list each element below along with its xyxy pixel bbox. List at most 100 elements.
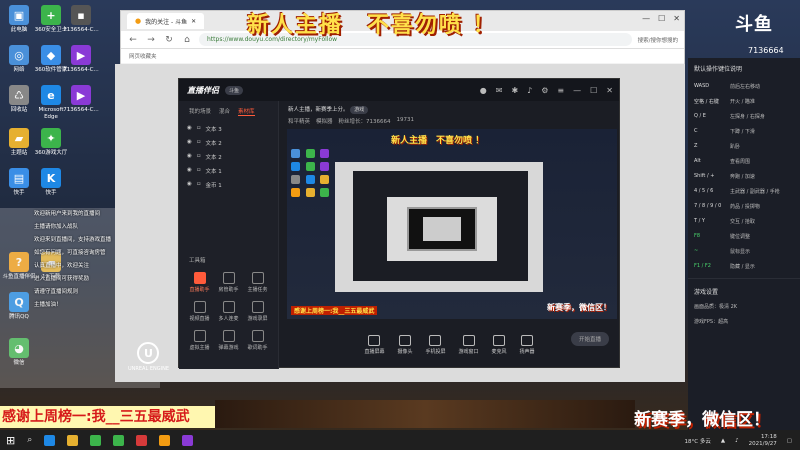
- folder-taskbar-icon[interactable]: [67, 434, 79, 446]
- mode-label[interactable]: 模拟器: [316, 117, 333, 125]
- minimize-icon[interactable]: —: [573, 86, 581, 95]
- tool-item[interactable]: 直播助手: [185, 272, 214, 293]
- help-desc: 开火 / 瞄准: [730, 99, 755, 105]
- help-key: 7 / 8 / 9 / 0: [694, 203, 722, 209]
- desktop-icon[interactable]: ▪ 7136564-C...: [62, 5, 100, 34]
- tool-item[interactable]: 歌词助手: [243, 330, 272, 351]
- bookmarks-label[interactable]: 网页收藏夹: [129, 52, 157, 60]
- tool-item[interactable]: 虚拟主播: [185, 330, 214, 351]
- volume-icon[interactable]: ♪: [735, 438, 739, 444]
- app-taskbar-icon[interactable]: [113, 434, 125, 446]
- tool-item[interactable]: 房管助手: [214, 272, 243, 293]
- settings-title: 游戏设置: [688, 278, 800, 299]
- tool-item[interactable]: 游戏录屏: [243, 301, 272, 322]
- scene-item[interactable]: ◉ ▫ 文本 2: [179, 150, 278, 164]
- minimize-icon[interactable]: —: [642, 14, 650, 23]
- system-tray: 18°C 多云 ▲ ♪ 17:18 2021/9/27 ▢: [685, 434, 793, 448]
- nested-icon: [305, 162, 315, 171]
- help-desc: 键位调整: [730, 234, 751, 240]
- menu-icon[interactable]: ≡: [557, 86, 564, 95]
- douyu-taskbar-icon[interactable]: [159, 434, 171, 446]
- weather-text[interactable]: 18°C 多云: [685, 437, 711, 445]
- microphone-button[interactable]: 麦克风: [492, 335, 507, 355]
- search-icon[interactable]: ⌕: [27, 435, 32, 445]
- version-badge[interactable]: 斗鱼: [225, 85, 244, 95]
- search-hint[interactable]: 搜索/搜你想搜的: [638, 36, 678, 44]
- eye-icon[interactable]: ◉: [187, 181, 192, 189]
- windows-start-icon[interactable]: ⊞: [6, 434, 15, 447]
- scene-item[interactable]: ◉ ▫ 文本 2: [179, 136, 278, 150]
- lock-icon[interactable]: ▫: [197, 139, 201, 147]
- desktop-icon[interactable]: K 快手: [32, 168, 70, 197]
- forward-icon[interactable]: →: [145, 34, 157, 46]
- source-screen-button[interactable]: 直播屏幕: [364, 335, 384, 355]
- desktop-icon-label: 快手: [13, 190, 25, 196]
- desktop-icon[interactable]: ✦ 360游戏大厅: [32, 128, 70, 157]
- eye-icon[interactable]: ◉: [187, 167, 192, 175]
- desktop-icon-label: 7136564-C...: [63, 67, 99, 73]
- refresh-icon[interactable]: ↻: [163, 34, 175, 46]
- app-taskbar-icon[interactable]: [90, 434, 102, 446]
- lock-icon[interactable]: ▫: [197, 153, 201, 161]
- mail-icon[interactable]: ✉: [496, 86, 503, 95]
- trash-icon: ♺: [9, 85, 29, 105]
- desktop-icon[interactable]: ▶ 7136564-C...: [62, 45, 100, 74]
- game-name[interactable]: 和平精英: [288, 117, 310, 125]
- desktop-icon-label: 此电脑: [10, 27, 28, 33]
- category-tag[interactable]: 游戏: [350, 106, 369, 114]
- eye-icon[interactable]: ◉: [187, 153, 192, 161]
- maximize-icon[interactable]: ☐: [590, 86, 597, 95]
- source-window-button[interactable]: 游戏窗口: [459, 335, 479, 355]
- tab-mix[interactable]: 混合: [219, 107, 230, 116]
- lock-icon[interactable]: ▫: [197, 181, 201, 189]
- preview-top-banner: 新人主播 不喜勿喷 ！: [391, 136, 485, 146]
- home-icon[interactable]: ⌂: [181, 34, 193, 46]
- avatar[interactable]: ●: [480, 86, 487, 95]
- close-icon[interactable]: ✕: [673, 14, 680, 23]
- eye-icon[interactable]: ◉: [187, 125, 192, 133]
- app-header: 直播伴侣 斗鱼 ● ✉ ✱ ♪ ⚙ ≡ — ☐ ✕: [179, 79, 619, 101]
- settings-icon[interactable]: ⚙: [541, 86, 548, 95]
- lock-icon[interactable]: ▫: [197, 167, 201, 175]
- top-overlay-banner: 新人主播 不喜勿喷 ！: [247, 13, 497, 38]
- desktop-icon[interactable]: ▶ 7136564-C...: [62, 85, 100, 114]
- tool-item[interactable]: 弹幕游戏: [214, 330, 243, 351]
- help-desc: 鼠标显示: [730, 249, 751, 255]
- shield-icon: +: [41, 5, 61, 25]
- bell-icon[interactable]: ♪: [527, 86, 532, 95]
- source-camera-button[interactable]: 摄像头: [397, 335, 412, 355]
- scene-item[interactable]: ◉ ▫ 金币 1: [179, 178, 278, 192]
- close-icon[interactable]: ✕: [606, 86, 613, 95]
- edge-taskbar-icon[interactable]: [44, 434, 56, 446]
- camera-icon: [398, 335, 411, 346]
- back-icon[interactable]: ←: [127, 34, 139, 46]
- app-taskbar-icon[interactable]: [182, 434, 194, 446]
- browser-tab[interactable]: ● 我的关注 - 斗鱼 ✕: [127, 13, 205, 29]
- source-phone-button[interactable]: 手机投屏: [425, 335, 446, 355]
- tool-item[interactable]: 多人连麦: [214, 301, 243, 322]
- help-key: F1 / F2: [694, 263, 711, 269]
- start-live-button[interactable]: 开始直播: [571, 332, 609, 346]
- nested-preview-3: [423, 217, 461, 241]
- tool-item[interactable]: 视频直播: [185, 301, 214, 322]
- scene-item[interactable]: ◉ ▫ 文本 1: [179, 164, 278, 178]
- stream-title[interactable]: 新人主播，新赛季上分。: [288, 107, 349, 113]
- maximize-icon[interactable]: ☐: [658, 14, 665, 23]
- browser-tab-title: 我的关注 - 斗鱼: [145, 18, 188, 26]
- network-icon[interactable]: ▲: [721, 438, 725, 444]
- lock-icon[interactable]: ▫: [197, 125, 201, 133]
- clock[interactable]: 17:18 2021/9/27: [749, 434, 777, 448]
- tab-materials[interactable]: 素材库: [238, 107, 255, 116]
- stream-preview[interactable]: 新人主播 不喜勿喷 ！ 感谢上周榜一:我__三五最威武 新赛季，微信区！: [287, 129, 617, 319]
- gift-icon[interactable]: ✱: [511, 86, 518, 95]
- eye-icon[interactable]: ◉: [187, 139, 192, 147]
- close-icon[interactable]: ✕: [191, 18, 196, 25]
- scene-item[interactable]: ◉ ▫ 文本 3: [179, 122, 278, 136]
- tab-scenes[interactable]: 我的场景: [189, 107, 211, 116]
- help-desc: 交互 / 拾取: [730, 219, 755, 225]
- tool-label: 多人连麦: [218, 316, 239, 322]
- speaker-button[interactable]: 扬声器: [520, 335, 535, 355]
- tool-item[interactable]: 主播任务: [243, 272, 272, 293]
- app-taskbar-icon[interactable]: [136, 434, 148, 446]
- notification-icon[interactable]: ▢: [787, 438, 792, 444]
